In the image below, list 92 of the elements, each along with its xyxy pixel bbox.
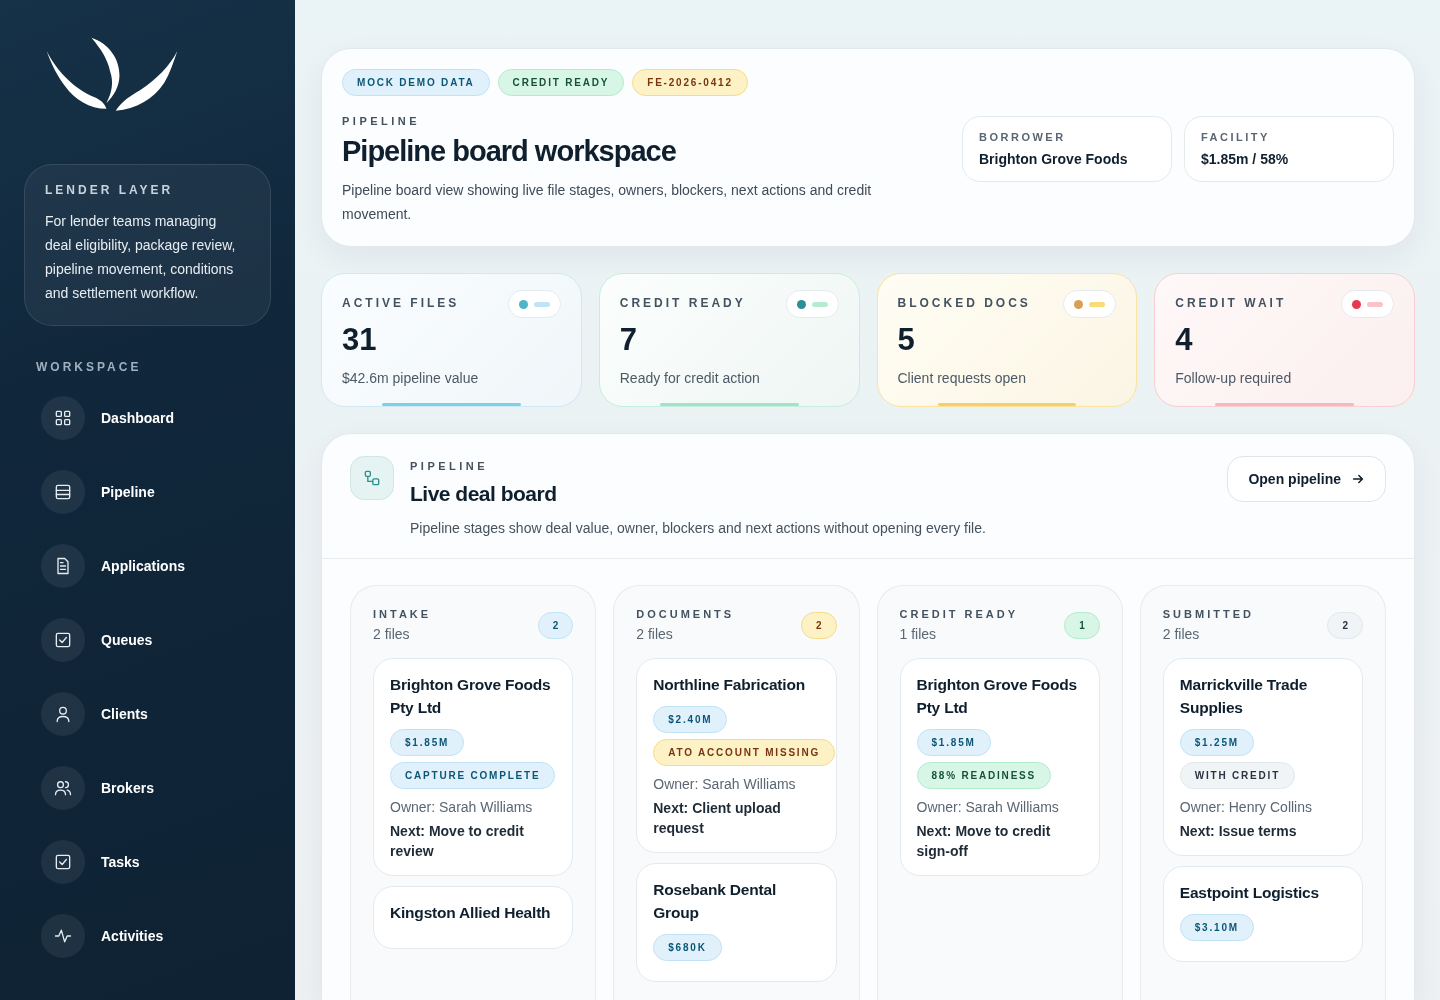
file-count: 2 files (373, 626, 411, 642)
stat-label: CREDIT WAIT (1175, 296, 1287, 310)
nav-item[interactable]: Tasks (41, 840, 140, 884)
count-badge: 2 (1327, 612, 1363, 639)
deal-name: Kingston Allied Health (390, 903, 552, 923)
section-description: Pipeline stages show deal value, owner, blockers and next actions without opening every file. (410, 520, 987, 536)
nav-item[interactable]: Pipeline (41, 470, 155, 514)
nav-item[interactable]: Brokers (41, 766, 154, 810)
stat-caption: Follow-up required (1175, 370, 1293, 386)
users-icon (53, 778, 73, 798)
stage-title: SUBMITTED (1162, 608, 1254, 620)
tag: CREDIT READY (497, 69, 625, 96)
fact-value: $1.85m / 58% (1201, 151, 1290, 167)
stat-label: ACTIVE FILES (342, 296, 460, 310)
nav-item[interactable]: Applications (41, 544, 185, 588)
eyebrow: PIPELINE (342, 115, 422, 127)
next-action: Next: Client upload request (653, 799, 782, 838)
stage-title: INTAKE (373, 608, 432, 620)
owner-text: Owner: Henry Collins (1179, 799, 1313, 815)
nav-item[interactable]: Activities (41, 914, 164, 958)
deal-name: Brighton Grove Foods Pty Ltd (390, 675, 552, 718)
stat-caption: $42.6m pipeline value (342, 370, 480, 386)
fact-label: BORROWER (979, 131, 1067, 143)
deal-card[interactable]: Eastpoint Logistics $3.10M (1162, 866, 1363, 962)
stage-title: CREDIT READY (899, 608, 1018, 620)
grid-icon (53, 408, 73, 428)
stat-value: 31 (342, 322, 378, 358)
tag: $2.40M (653, 706, 728, 733)
nav-item[interactable]: Clients (41, 692, 148, 736)
checkbox-icon (53, 630, 73, 650)
file-count: 1 files (899, 626, 938, 642)
nav-item[interactable]: Queues (41, 618, 153, 662)
tag: FE-2026-0412 (632, 69, 748, 96)
stat-value: 5 (897, 322, 916, 358)
stat-caption: Client requests open (897, 370, 1027, 386)
count-badge: 2 (537, 612, 574, 639)
nav-item[interactable]: Dashboard (41, 396, 175, 440)
owner-text: Owner: Sarah Williams (653, 776, 797, 792)
deal-card[interactable]: Marrickville Trade Supplies $1.25M WITH CREDIT Owner: Henry Collins Next: Issue terms (1162, 658, 1363, 856)
owner-text: Owner: Sarah Williams (390, 799, 534, 815)
fact-value: Brighton Grove Foods (979, 151, 1129, 167)
tag: $680K (653, 934, 722, 961)
arrow-right-icon (1351, 472, 1365, 486)
next-action: Next: Issue terms (1179, 822, 1298, 841)
tag: WITH CREDIT (1179, 762, 1296, 789)
stage-title: DOCUMENTS (636, 608, 735, 620)
deal-name: Marrickville Trade Supplies (1179, 675, 1309, 718)
tag: CAPTURE COMPLETE (390, 762, 556, 789)
tag: $1.25M (1179, 729, 1254, 756)
stat-label: CREDIT READY (619, 296, 746, 310)
nodes-icon (362, 468, 382, 488)
deal-card[interactable]: Brighton Grove Foods Pty Ltd $1.85M CAPTURE COMPLETE Owner: Sarah Williams Next: Move to credit review (373, 658, 574, 876)
tag: MOCK DEMO DATA (342, 69, 490, 96)
file-count: 2 files (1162, 626, 1201, 642)
deal-name: Rosebank Dental Group (653, 880, 777, 923)
tag: ATO ACCOUNT MISSING (653, 739, 836, 766)
deal-card[interactable]: Brighton Grove Foods Pty Ltd $1.85M 88% READINESS Owner: Sarah Williams Next: Move to credit sign-off (899, 658, 1100, 876)
tag: $1.85M (916, 729, 991, 756)
deal-card[interactable]: Rosebank Dental Group $680K (636, 863, 837, 982)
list-icon (53, 482, 73, 502)
tag: $1.85M (390, 729, 465, 756)
stat-label: BLOCKED DOCS (897, 296, 1031, 310)
owner-text: Owner: Sarah Williams (916, 799, 1060, 815)
status-indicator (1063, 290, 1117, 318)
status-indicator (1341, 290, 1394, 318)
page-title: Pipeline board workspace (342, 135, 677, 168)
card-title: LENDER LAYER (45, 183, 175, 197)
stat-value: 7 (619, 322, 638, 358)
card-text: For lender teams managing deal eligibility, package review, pipeline movement, conditions and settlement workflow. (45, 212, 237, 303)
stat-caption: Ready for credit action (619, 370, 761, 386)
section-label: WORKSPACE (36, 360, 143, 374)
stat-value: 4 (1175, 322, 1194, 358)
deal-card[interactable]: Kingston Allied Health (373, 886, 574, 949)
next-action: Next: Move to credit review (390, 822, 525, 861)
status-indicator (507, 290, 561, 318)
page-description: Pipeline board view showing live file stages, owners, blockers, next actions and credit movement. (342, 181, 873, 224)
eyebrow: PIPELINE (410, 460, 490, 472)
deal-name: Northline Fabrication (653, 675, 806, 695)
checkbox-icon (53, 852, 73, 872)
next-action: Next: Move to credit sign-off (916, 822, 1052, 861)
open-pipeline-button[interactable]: Open pipeline (1227, 456, 1386, 502)
file-count: 2 files (636, 626, 674, 642)
deal-name: Eastpoint Logistics (1179, 883, 1320, 903)
deal-card[interactable]: Northline Fabrication $2.40M ATO ACCOUNT MISSING Owner: Sarah Williams Next: Client upload request (636, 658, 837, 853)
status-indicator (785, 290, 839, 318)
fact-label: FACILITY (1201, 131, 1271, 143)
count-badge: 1 (1064, 612, 1100, 639)
deal-name: Brighton Grove Foods Pty Ltd (916, 675, 1078, 718)
section-title: Live deal board (410, 482, 558, 506)
tag: $3.10M (1179, 914, 1254, 941)
count-badge: 2 (800, 612, 837, 639)
tag: 88% READINESS (916, 762, 1052, 789)
